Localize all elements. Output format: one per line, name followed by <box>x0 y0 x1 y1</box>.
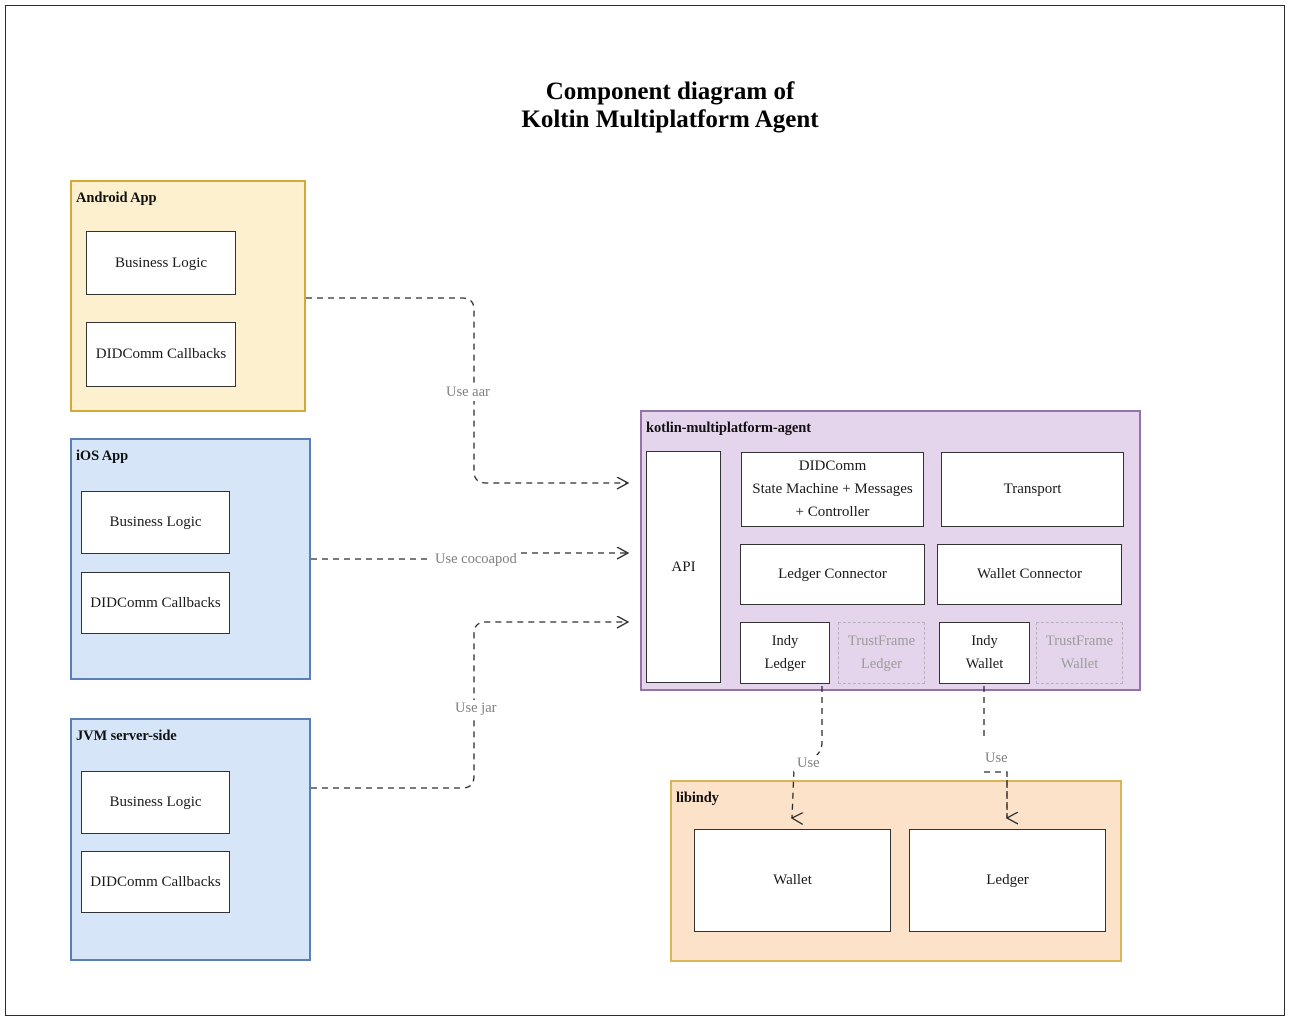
edge-label-use-cocoapod: Use cocoapod <box>432 551 520 568</box>
component-didcomm-state-machine: DIDComm State Machine + Messages + Contr… <box>741 452 924 527</box>
group-title-ios: iOS App <box>76 448 129 464</box>
component-trustframe-ledger: TrustFrame Ledger <box>838 622 925 684</box>
edge-label-use-aar: Use aar <box>443 384 493 401</box>
component-jvm-business-logic: Business Logic <box>81 771 230 834</box>
group-title-android: Android App <box>76 190 157 206</box>
component-android-didcomm-callbacks: DIDComm Callbacks <box>86 322 236 387</box>
diagram-canvas: Component diagram of Koltin Multiplatfor… <box>0 0 1291 1022</box>
component-ios-didcomm-callbacks: DIDComm Callbacks <box>81 572 230 634</box>
group-title-jvm: JVM server-side <box>76 728 177 744</box>
group-title-libindy: libindy <box>676 790 719 806</box>
group-jvm-server-side: JVM server-side <box>70 718 311 961</box>
page-title: Component diagram of Koltin Multiplatfor… <box>521 78 819 133</box>
edge-label-use-jar: Use jar <box>452 700 500 717</box>
group-title-agent: kotlin-multiplatform-agent <box>646 420 811 436</box>
edge-label-use-indy-ledger: Use <box>794 755 823 772</box>
component-indy-wallet: Indy Wallet <box>939 622 1030 684</box>
component-ledger-connector: Ledger Connector <box>740 544 925 605</box>
component-wallet-connector: Wallet Connector <box>937 544 1122 605</box>
component-ios-business-logic: Business Logic <box>81 491 230 554</box>
component-jvm-didcomm-callbacks: DIDComm Callbacks <box>81 851 230 913</box>
component-libindy-wallet: Wallet <box>694 829 891 932</box>
component-transport: Transport <box>941 452 1124 527</box>
component-trustframe-wallet: TrustFrame Wallet <box>1036 622 1123 684</box>
component-indy-ledger: Indy Ledger <box>740 622 830 684</box>
component-android-business-logic: Business Logic <box>86 231 236 295</box>
component-api: API <box>646 451 721 683</box>
edge-label-use-indy-wallet: Use <box>982 750 1011 767</box>
group-ios-app: iOS App <box>70 438 311 680</box>
component-libindy-ledger: Ledger <box>909 829 1106 932</box>
